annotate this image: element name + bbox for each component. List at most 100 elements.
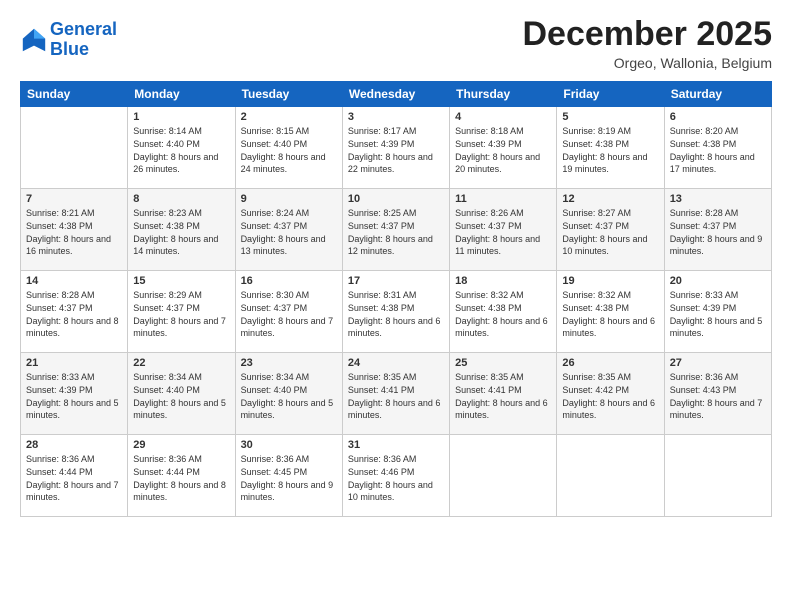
week-row-2: 14Sunrise: 8:28 AMSunset: 4:37 PMDayligh… (21, 271, 772, 353)
th-friday: Friday (557, 82, 664, 107)
cell-info: Sunrise: 8:31 AMSunset: 4:38 PMDaylight:… (348, 289, 444, 339)
cell-w4-d6 (664, 435, 771, 517)
day-number: 7 (26, 193, 122, 205)
cell-info: Sunrise: 8:20 AMSunset: 4:38 PMDaylight:… (670, 125, 766, 175)
page: General Blue December 2025 Orgeo, Wallon… (0, 0, 792, 612)
cell-info: Sunrise: 8:33 AMSunset: 4:39 PMDaylight:… (26, 371, 122, 421)
cell-w2-d0: 14Sunrise: 8:28 AMSunset: 4:37 PMDayligh… (21, 271, 128, 353)
title-block: December 2025 Orgeo, Wallonia, Belgium (522, 16, 772, 71)
cell-info: Sunrise: 8:29 AMSunset: 4:37 PMDaylight:… (133, 289, 229, 339)
cell-w1-d0: 7 Sunrise: 8:21 AMSunset: 4:38 PMDaylight… (21, 189, 128, 271)
logo-line2: Blue (50, 39, 89, 59)
header: General Blue December 2025 Orgeo, Wallon… (20, 16, 772, 71)
day-number: 23 (241, 357, 337, 369)
cell-info: Sunrise: 8:15 AMSunset: 4:40 PMDaylight:… (241, 125, 337, 175)
cell-w2-d2: 16Sunrise: 8:30 AMSunset: 4:37 PMDayligh… (235, 271, 342, 353)
cell-info: Sunrise: 8:36 AMSunset: 4:45 PMDaylight:… (241, 453, 337, 503)
cell-w2-d4: 18Sunrise: 8:32 AMSunset: 4:38 PMDayligh… (450, 271, 557, 353)
cell-info: Sunrise: 8:30 AMSunset: 4:37 PMDaylight:… (241, 289, 337, 339)
cell-info: Sunrise: 8:25 AMSunset: 4:37 PMDaylight:… (348, 207, 444, 257)
cell-w2-d5: 19 Sunrise: 8:32 AMSunset: 4:38 PMDayligh… (557, 271, 664, 353)
day-number: 6 (670, 111, 766, 123)
th-wednesday: Wednesday (342, 82, 449, 107)
week-row-1: 7 Sunrise: 8:21 AMSunset: 4:38 PMDaylight… (21, 189, 772, 271)
day-number: 11 (455, 193, 551, 205)
cell-w1-d4: 11 Sunrise: 8:26 AMSunset: 4:37 PMDayligh… (450, 189, 557, 271)
cell-w1-d5: 12 Sunrise: 8:27 AMSunset: 4:37 PMDayligh… (557, 189, 664, 271)
week-row-4: 28 Sunrise: 8:36 AMSunset: 4:44 PMDayligh… (21, 435, 772, 517)
cell-w3-d4: 25 Sunrise: 8:35 AMSunset: 4:41 PMDayligh… (450, 353, 557, 435)
cell-w2-d3: 17 Sunrise: 8:31 AMSunset: 4:38 PMDayligh… (342, 271, 449, 353)
cell-info: Sunrise: 8:19 AMSunset: 4:38 PMDaylight:… (562, 125, 658, 175)
cell-info: Sunrise: 8:24 AMSunset: 4:37 PMDaylight:… (241, 207, 337, 257)
th-tuesday: Tuesday (235, 82, 342, 107)
day-number: 25 (455, 357, 551, 369)
day-number: 24 (348, 357, 444, 369)
cell-w0-d0 (21, 107, 128, 189)
cell-w4-d0: 28 Sunrise: 8:36 AMSunset: 4:44 PMDayligh… (21, 435, 128, 517)
logo-line1: General (50, 19, 117, 39)
cell-w1-d2: 9 Sunrise: 8:24 AMSunset: 4:37 PMDaylight… (235, 189, 342, 271)
cell-info: Sunrise: 8:32 AMSunset: 4:38 PMDaylight:… (562, 289, 658, 339)
th-saturday: Saturday (664, 82, 771, 107)
cell-w0-d3: 3Sunrise: 8:17 AMSunset: 4:39 PMDaylight… (342, 107, 449, 189)
cell-w3-d1: 22 Sunrise: 8:34 AMSunset: 4:40 PMDayligh… (128, 353, 235, 435)
day-number: 31 (348, 439, 444, 451)
day-number: 19 (562, 275, 658, 287)
cell-w4-d1: 29Sunrise: 8:36 AMSunset: 4:44 PMDayligh… (128, 435, 235, 517)
cell-w3-d6: 27Sunrise: 8:36 AMSunset: 4:43 PMDayligh… (664, 353, 771, 435)
cell-info: Sunrise: 8:28 AMSunset: 4:37 PMDaylight:… (26, 289, 122, 339)
day-number: 1 (133, 111, 229, 123)
day-number: 12 (562, 193, 658, 205)
day-number: 17 (348, 275, 444, 287)
th-monday: Monday (128, 82, 235, 107)
day-number: 10 (348, 193, 444, 205)
th-thursday: Thursday (450, 82, 557, 107)
day-number: 8 (133, 193, 229, 205)
cell-info: Sunrise: 8:17 AMSunset: 4:39 PMDaylight:… (348, 125, 444, 175)
cell-info: Sunrise: 8:35 AMSunset: 4:42 PMDaylight:… (562, 371, 658, 421)
cell-info: Sunrise: 8:26 AMSunset: 4:37 PMDaylight:… (455, 207, 551, 257)
cell-info: Sunrise: 8:35 AMSunset: 4:41 PMDaylight:… (455, 371, 551, 421)
cell-info: Sunrise: 8:36 AMSunset: 4:46 PMDaylight:… (348, 453, 444, 503)
cell-w0-d1: 1 Sunrise: 8:14 AMSunset: 4:40 PMDaylight… (128, 107, 235, 189)
cell-info: Sunrise: 8:14 AMSunset: 4:40 PMDaylight:… (133, 125, 229, 175)
day-number: 13 (670, 193, 766, 205)
day-number: 22 (133, 357, 229, 369)
cell-w3-d0: 21Sunrise: 8:33 AMSunset: 4:39 PMDayligh… (21, 353, 128, 435)
cell-info: Sunrise: 8:27 AMSunset: 4:37 PMDaylight:… (562, 207, 658, 257)
week-row-3: 21Sunrise: 8:33 AMSunset: 4:39 PMDayligh… (21, 353, 772, 435)
cell-info: Sunrise: 8:34 AMSunset: 4:40 PMDaylight:… (133, 371, 229, 421)
cell-info: Sunrise: 8:36 AMSunset: 4:44 PMDaylight:… (133, 453, 229, 503)
cell-w4-d5 (557, 435, 664, 517)
cell-info: Sunrise: 8:36 AMSunset: 4:44 PMDaylight:… (26, 453, 122, 503)
location-subtitle: Orgeo, Wallonia, Belgium (522, 55, 772, 71)
cell-w4-d3: 31 Sunrise: 8:36 AMSunset: 4:46 PMDayligh… (342, 435, 449, 517)
th-sunday: Sunday (21, 82, 128, 107)
cell-info: Sunrise: 8:18 AMSunset: 4:39 PMDaylight:… (455, 125, 551, 175)
cell-info: Sunrise: 8:23 AMSunset: 4:38 PMDaylight:… (133, 207, 229, 257)
cell-info: Sunrise: 8:21 AMSunset: 4:38 PMDaylight:… (26, 207, 122, 257)
cell-w3-d2: 23 Sunrise: 8:34 AMSunset: 4:40 PMDayligh… (235, 353, 342, 435)
day-number: 9 (241, 193, 337, 205)
cell-w3-d5: 26 Sunrise: 8:35 AMSunset: 4:42 PMDayligh… (557, 353, 664, 435)
header-row: Sunday Monday Tuesday Wednesday Thursday… (21, 82, 772, 107)
cell-w4-d4 (450, 435, 557, 517)
cell-w2-d1: 15 Sunrise: 8:29 AMSunset: 4:37 PMDayligh… (128, 271, 235, 353)
cell-info: Sunrise: 8:28 AMSunset: 4:37 PMDaylight:… (670, 207, 766, 257)
logo-icon (20, 26, 48, 54)
cell-w2-d6: 20Sunrise: 8:33 AMSunset: 4:39 PMDayligh… (664, 271, 771, 353)
logo-text: General Blue (50, 20, 117, 60)
day-number: 15 (133, 275, 229, 287)
cell-info: Sunrise: 8:34 AMSunset: 4:40 PMDaylight:… (241, 371, 337, 421)
month-title: December 2025 (522, 16, 772, 53)
cell-w1-d1: 8 Sunrise: 8:23 AMSunset: 4:38 PMDaylight… (128, 189, 235, 271)
day-number: 30 (241, 439, 337, 451)
cell-w1-d6: 13 Sunrise: 8:28 AMSunset: 4:37 PMDayligh… (664, 189, 771, 271)
day-number: 4 (455, 111, 551, 123)
day-number: 28 (26, 439, 122, 451)
cell-info: Sunrise: 8:35 AMSunset: 4:41 PMDaylight:… (348, 371, 444, 421)
day-number: 26 (562, 357, 658, 369)
day-number: 27 (670, 357, 766, 369)
day-number: 2 (241, 111, 337, 123)
